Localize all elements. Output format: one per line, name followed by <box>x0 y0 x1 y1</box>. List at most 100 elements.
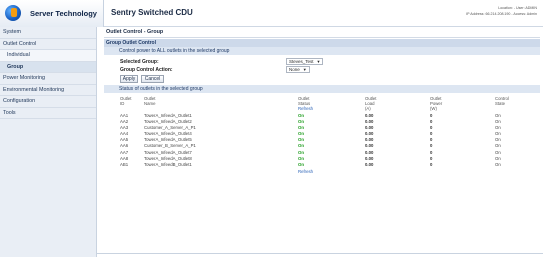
outlet-status: On <box>298 119 304 125</box>
outlet-load: 0.00 <box>365 131 374 137</box>
group-action-value: None <box>289 67 300 72</box>
group-action-select[interactable]: None ▼ <box>286 66 310 73</box>
outlet-id: AA5 <box>120 137 129 143</box>
header-unit: (A) <box>365 106 371 112</box>
outlet-id: AA6 <box>120 143 129 149</box>
header-outlet-load: Outlet Load (A) <box>365 96 376 112</box>
outlet-load: 0.00 <box>365 155 374 161</box>
outlet-load: 0.00 <box>365 161 374 167</box>
breadcrumb: Outlet Control - Group <box>104 27 540 38</box>
outlet-load: 0.00 <box>365 137 374 143</box>
chevron-down-icon: ▼ <box>316 58 321 64</box>
table-body: AA1 TowerA_InfeedA_Outlet1 On 0.00 0 On … <box>104 113 540 168</box>
control-state: On <box>495 113 501 118</box>
outlet-status-table: Outlet ID Outlet Name Outlet Status Refr… <box>104 95 540 175</box>
logo-text: Server Technology <box>30 9 97 18</box>
header-control-state: Control State <box>495 96 509 106</box>
selected-group-select[interactable]: Steves_Test ▼ <box>286 57 324 65</box>
outlet-power: 0 <box>430 131 433 137</box>
main-content: Outlet Control - Group Group Outlet Cont… <box>104 27 540 257</box>
selected-group-value: Steves_Test <box>289 58 314 64</box>
header-line: ID <box>120 101 125 107</box>
outlet-power: 0 <box>430 125 433 131</box>
outlet-name: TowerA_InfeedA_Outlet4 <box>144 131 192 137</box>
header-outlet-power: Outlet Power (W) <box>430 96 442 112</box>
control-state: On <box>495 137 501 143</box>
control-state: On <box>495 119 501 125</box>
sidebar-item-environmental-monitoring[interactable]: Environmental Monitoring <box>0 85 96 96</box>
outlet-status: On <box>298 113 304 118</box>
group-action-row: Group Control Action: None ▼ <box>104 66 540 75</box>
header-bar: Server Technology Sentry Switched CDU Lo… <box>0 0 543 27</box>
outlet-status: On <box>298 149 304 155</box>
logo-area: Server Technology <box>0 0 104 27</box>
outlet-name: TowerA_InfeedA_Outlet5 <box>144 137 192 143</box>
outlet-name: TowerA_InfeedB_Outlet1 <box>144 161 192 167</box>
sidebar-item-group[interactable]: Group <box>0 61 96 73</box>
outlet-name: Customer_B_Server_A_P1 <box>144 143 196 149</box>
outlet-status: On <box>298 143 304 149</box>
refresh-row: Refresh <box>104 168 540 175</box>
status-refresh-link[interactable]: Refresh <box>298 106 313 111</box>
sidebar-item-individual[interactable]: Individual <box>0 50 96 62</box>
outlet-load: 0.00 <box>365 119 374 125</box>
server-technology-logo-icon <box>5 5 21 21</box>
apply-button[interactable]: Apply <box>120 75 138 83</box>
ip-access-line: IP Address: 66.214.208.190 - Access: Adm… <box>466 11 537 16</box>
sidebar-item-outlet-control[interactable]: Outlet Control <box>0 39 96 50</box>
outlet-status: On <box>298 125 304 131</box>
outlet-load: 0.00 <box>365 149 374 155</box>
outlet-status: On <box>298 161 304 167</box>
outlet-load: 0.00 <box>365 143 374 149</box>
header-outlet-status: Outlet Status Refresh <box>298 96 313 112</box>
table-header: Outlet ID Outlet Name Outlet Status Refr… <box>104 95 540 113</box>
refresh-link[interactable]: Refresh <box>298 169 313 174</box>
outlet-name: TowerA_InfeedA_Outlet1 <box>144 113 192 118</box>
header-outlet-id: Outlet ID <box>120 96 131 106</box>
header-line: Name <box>144 101 156 107</box>
outlet-power: 0 <box>430 155 433 161</box>
sidebar-item-system[interactable]: System <box>0 27 96 39</box>
sidebar-item-power-monitoring[interactable]: Power Monitoring <box>0 73 96 85</box>
outlet-name: TowerA_InfeedA_Outlet8 <box>144 155 192 161</box>
outlet-id: AA7 <box>120 149 129 155</box>
header-outlet-name: Outlet Name <box>144 96 155 106</box>
outlet-name: TowerA_InfeedA_Outlet7 <box>144 149 192 155</box>
outlet-name: TowerA_InfeedA_Outlet2 <box>144 119 192 125</box>
outlet-power: 0 <box>430 137 433 143</box>
control-state: On <box>495 125 501 131</box>
outlet-id: AA8 <box>120 155 129 161</box>
section-title: Group Outlet Control <box>104 39 540 47</box>
cancel-button[interactable]: Cancel <box>141 75 164 83</box>
footer-divider <box>97 253 543 254</box>
outlet-id: AB1 <box>120 161 129 167</box>
selected-group-row: Selected Group: Steves_Test ▼ <box>104 57 540 66</box>
header-line: State <box>495 101 506 107</box>
control-state: On <box>495 161 501 167</box>
status-subtitle: Status of outlets in the selected group <box>104 85 540 93</box>
session-info: Location: - User: ADMIN IP Address: 66.2… <box>466 6 537 17</box>
outlet-status: On <box>298 137 304 143</box>
outlet-power: 0 <box>430 119 433 125</box>
sidebar-nav: System Outlet Control Individual Group P… <box>0 27 97 257</box>
outlet-id: AA4 <box>120 131 129 137</box>
group-action-label: Group Control Action: <box>120 67 173 73</box>
sidebar-item-tools[interactable]: Tools <box>0 108 96 119</box>
app-title: Sentry Switched CDU <box>111 8 193 17</box>
outlet-status: On <box>298 131 304 137</box>
outlet-power: 0 <box>430 149 433 155</box>
outlet-id: AA3 <box>120 125 129 131</box>
button-row: Apply Cancel <box>104 74 540 85</box>
outlet-power: 0 <box>430 143 433 149</box>
chevron-down-icon: ▼ <box>302 67 307 72</box>
control-state: On <box>495 149 501 155</box>
control-state: On <box>495 143 501 149</box>
outlet-load: 0.00 <box>365 113 374 118</box>
outlet-power: 0 <box>430 113 433 118</box>
outlet-status: On <box>298 155 304 161</box>
outlet-name: Customer_A_Server_A_P1 <box>144 125 196 131</box>
outlet-id: AA1 <box>120 113 129 118</box>
control-subtitle: Control power to ALL outlets in the sele… <box>104 47 540 55</box>
selected-group-label: Selected Group: <box>120 58 159 65</box>
sidebar-item-configuration[interactable]: Configuration <box>0 96 96 108</box>
